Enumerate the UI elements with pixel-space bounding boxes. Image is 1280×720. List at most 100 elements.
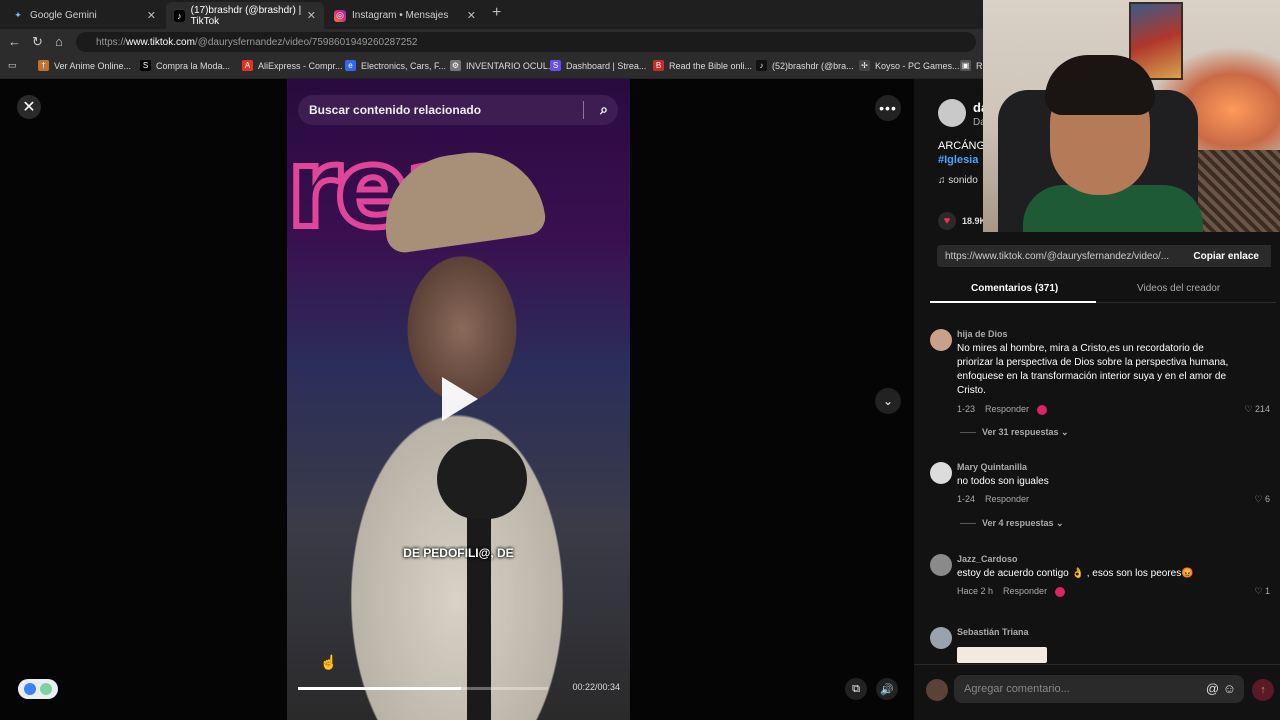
back-icon[interactable]: ← — [8, 34, 21, 49]
close-video-button[interactable]: ✕ — [17, 95, 41, 119]
roblox-icon: ▣ — [960, 60, 971, 71]
search-placeholder: Buscar contenido relacionado — [309, 103, 482, 117]
emoji-icon[interactable]: ☺ — [1223, 681, 1236, 696]
comment-input[interactable]: Agregar comentario... @ ☺ — [954, 675, 1244, 703]
video-description: ARCÁNG — [938, 140, 986, 152]
webcam-overlay — [983, 0, 1280, 232]
reload-icon[interactable]: ↻ — [32, 34, 43, 50]
tab-tiktok[interactable]: ♪ (17)brashdr (@brashdr) | TikTok ✕ — [166, 2, 324, 29]
comment-meta: 1-24 Responder — [957, 494, 1029, 504]
bookmark-label: (52)brashdr (@bra... — [772, 60, 854, 71]
avatar[interactable] — [930, 627, 952, 649]
microphone-shape — [437, 439, 527, 519]
search-icon[interactable]: ⌕ — [600, 101, 608, 118]
bookmark-item[interactable]: ⚙ INVENTARIO OCUL... — [450, 60, 555, 71]
comment-user[interactable]: Mary Quintanilla — [957, 462, 1027, 472]
close-tab-icon[interactable]: ✕ — [467, 9, 476, 22]
active-tab-indicator — [930, 301, 1096, 303]
tab-instagram[interactable]: ◎ Instagram • Mensajes ✕ — [326, 2, 484, 29]
comment-like-button[interactable]: ♡ 1 — [1254, 586, 1270, 597]
comment-like-count: 6 — [1264, 494, 1270, 504]
copy-link-button[interactable]: Copiar enlace — [1181, 245, 1271, 267]
bookmark-item[interactable]: S Compra la Moda... — [140, 60, 230, 71]
close-tab-icon[interactable]: ✕ — [147, 9, 156, 22]
bookmark-item[interactable]: ✢ Koyso - PC Games... — [859, 60, 960, 71]
bible-icon: B — [653, 60, 664, 71]
comment-like-button[interactable]: ♡ 6 — [1254, 494, 1270, 505]
comment-text: estoy de acuerdo contigo 👌 , esos son lo… — [957, 568, 1194, 579]
bookmark-label: Electronics, Cars, F... — [361, 60, 447, 71]
reply-button[interactable]: Responder — [985, 404, 1029, 414]
view-replies-button[interactable]: Ver 4 respuestas ⌄ — [960, 518, 1064, 529]
reply-button[interactable]: Responder — [1003, 586, 1047, 596]
streamlabs-icon: S — [550, 60, 561, 71]
reply-button[interactable]: Responder — [985, 494, 1029, 504]
comment-user[interactable]: hija de Dios — [957, 329, 1008, 339]
extension-toggle[interactable] — [18, 679, 58, 699]
bookmark-item[interactable]: A AliExpress - Compr... — [242, 60, 343, 71]
comment-item: Jazz_Cardoso estoy de acuerdo contigo 👌 … — [930, 554, 1270, 599]
gemini-icon: ✦ — [14, 10, 22, 20]
comment-image — [957, 647, 1047, 663]
bookmark-label: Koyso - PC Games... — [875, 60, 960, 71]
next-video-button[interactable]: ⌄ — [875, 388, 901, 414]
comment-date: 1-24 — [957, 494, 976, 504]
hashtag-link[interactable]: #Iglesia — [938, 154, 978, 166]
bookmark-item[interactable]: ♪ (52)brashdr (@bra... — [756, 60, 854, 71]
music-note-icon: ♫ — [938, 175, 949, 186]
view-replies-button[interactable]: Ver 31 respuestas ⌄ — [960, 427, 1069, 438]
heart-outline-icon: ♡ — [1244, 404, 1255, 414]
video-player[interactable]: rea Buscar contenido relacionado ⌕ DE PE… — [287, 79, 630, 720]
bookmark-label: Ver Anime Online... — [54, 60, 132, 71]
video-subtitle: DE PEDOFILI@, DE — [403, 546, 514, 560]
tab-gemini[interactable]: ✦ Google Gemini ✕ — [4, 2, 164, 29]
url-path: /@daurysfernandez/video/7598601949260287… — [194, 36, 418, 48]
comment-text: no todos son iguales — [957, 476, 1049, 487]
comment-like-button[interactable]: ♡ 214 — [1244, 404, 1270, 415]
comment-user[interactable]: Sebastián Triana — [957, 627, 1029, 637]
like-button[interactable]: ♥ 18.9K — [938, 212, 986, 230]
volume-button[interactable]: 🔊 — [876, 678, 898, 700]
status-dot-icon — [40, 683, 52, 695]
bookmark-item[interactable]: e Electronics, Cars, F... — [345, 60, 446, 71]
bookmark-label: Read the Bible onli... — [669, 60, 753, 71]
comment-composer: Agregar comentario... @ ☺ ↑ — [914, 664, 1280, 720]
comment-item: hija de Dios No mires al hombre, mira a … — [930, 329, 1270, 439]
bookmark-item[interactable]: † Ver Anime Online... — [38, 60, 131, 71]
comment-date: 1-23 — [957, 404, 976, 414]
avatar[interactable] — [930, 329, 952, 351]
pip-icon: ⧉ — [852, 682, 860, 695]
new-tab-button[interactable]: + — [492, 4, 501, 22]
home-icon[interactable]: ⌂ — [55, 34, 63, 49]
gear-icon: ⚙ — [450, 60, 461, 71]
avatar — [926, 679, 948, 701]
avatar[interactable] — [930, 554, 952, 576]
apps-icon[interactable]: ▭ — [8, 60, 17, 71]
bookmark-item[interactable]: S Dashboard | Strea... — [550, 60, 646, 71]
more-icon: ••• — [879, 100, 897, 116]
creator-avatar[interactable] — [938, 99, 966, 127]
floating-player-button[interactable]: ⧉ — [845, 678, 867, 700]
tab-title: Google Gemini — [30, 10, 97, 21]
comment-user[interactable]: Jazz_Cardoso — [957, 554, 1018, 564]
bookmark-item[interactable]: B Read the Bible onli... — [653, 60, 752, 71]
send-comment-button[interactable]: ↑ — [1252, 679, 1274, 701]
person-hair — [1045, 55, 1155, 115]
avatar[interactable] — [930, 462, 952, 484]
more-options-button[interactable]: ••• — [875, 95, 901, 121]
video-timecode: 00:22/00:34 — [572, 682, 620, 692]
tab-creator-videos[interactable]: Videos del creador — [1137, 283, 1220, 294]
search-divider — [583, 101, 584, 119]
share-link-field[interactable]: https://www.tiktok.com/@daurysfernandez/… — [937, 245, 1271, 267]
sound-link[interactable]: ♫ sonido — [938, 175, 978, 186]
close-tab-icon[interactable]: ✕ — [307, 9, 316, 22]
tab-comments[interactable]: Comentarios (371) — [971, 283, 1058, 294]
related-search-input[interactable]: Buscar contenido relacionado ⌕ — [298, 95, 618, 125]
video-progress-bar[interactable] — [298, 687, 548, 690]
play-icon[interactable] — [442, 377, 478, 421]
url-field[interactable]: https://www.tiktok.com/@daurysfernandez/… — [76, 32, 976, 52]
comment-date: Hace 2 h — [957, 586, 994, 596]
mention-icon[interactable]: @ — [1206, 681, 1219, 696]
heart-icon: ♥ — [938, 212, 956, 230]
shein-icon: S — [140, 60, 151, 71]
